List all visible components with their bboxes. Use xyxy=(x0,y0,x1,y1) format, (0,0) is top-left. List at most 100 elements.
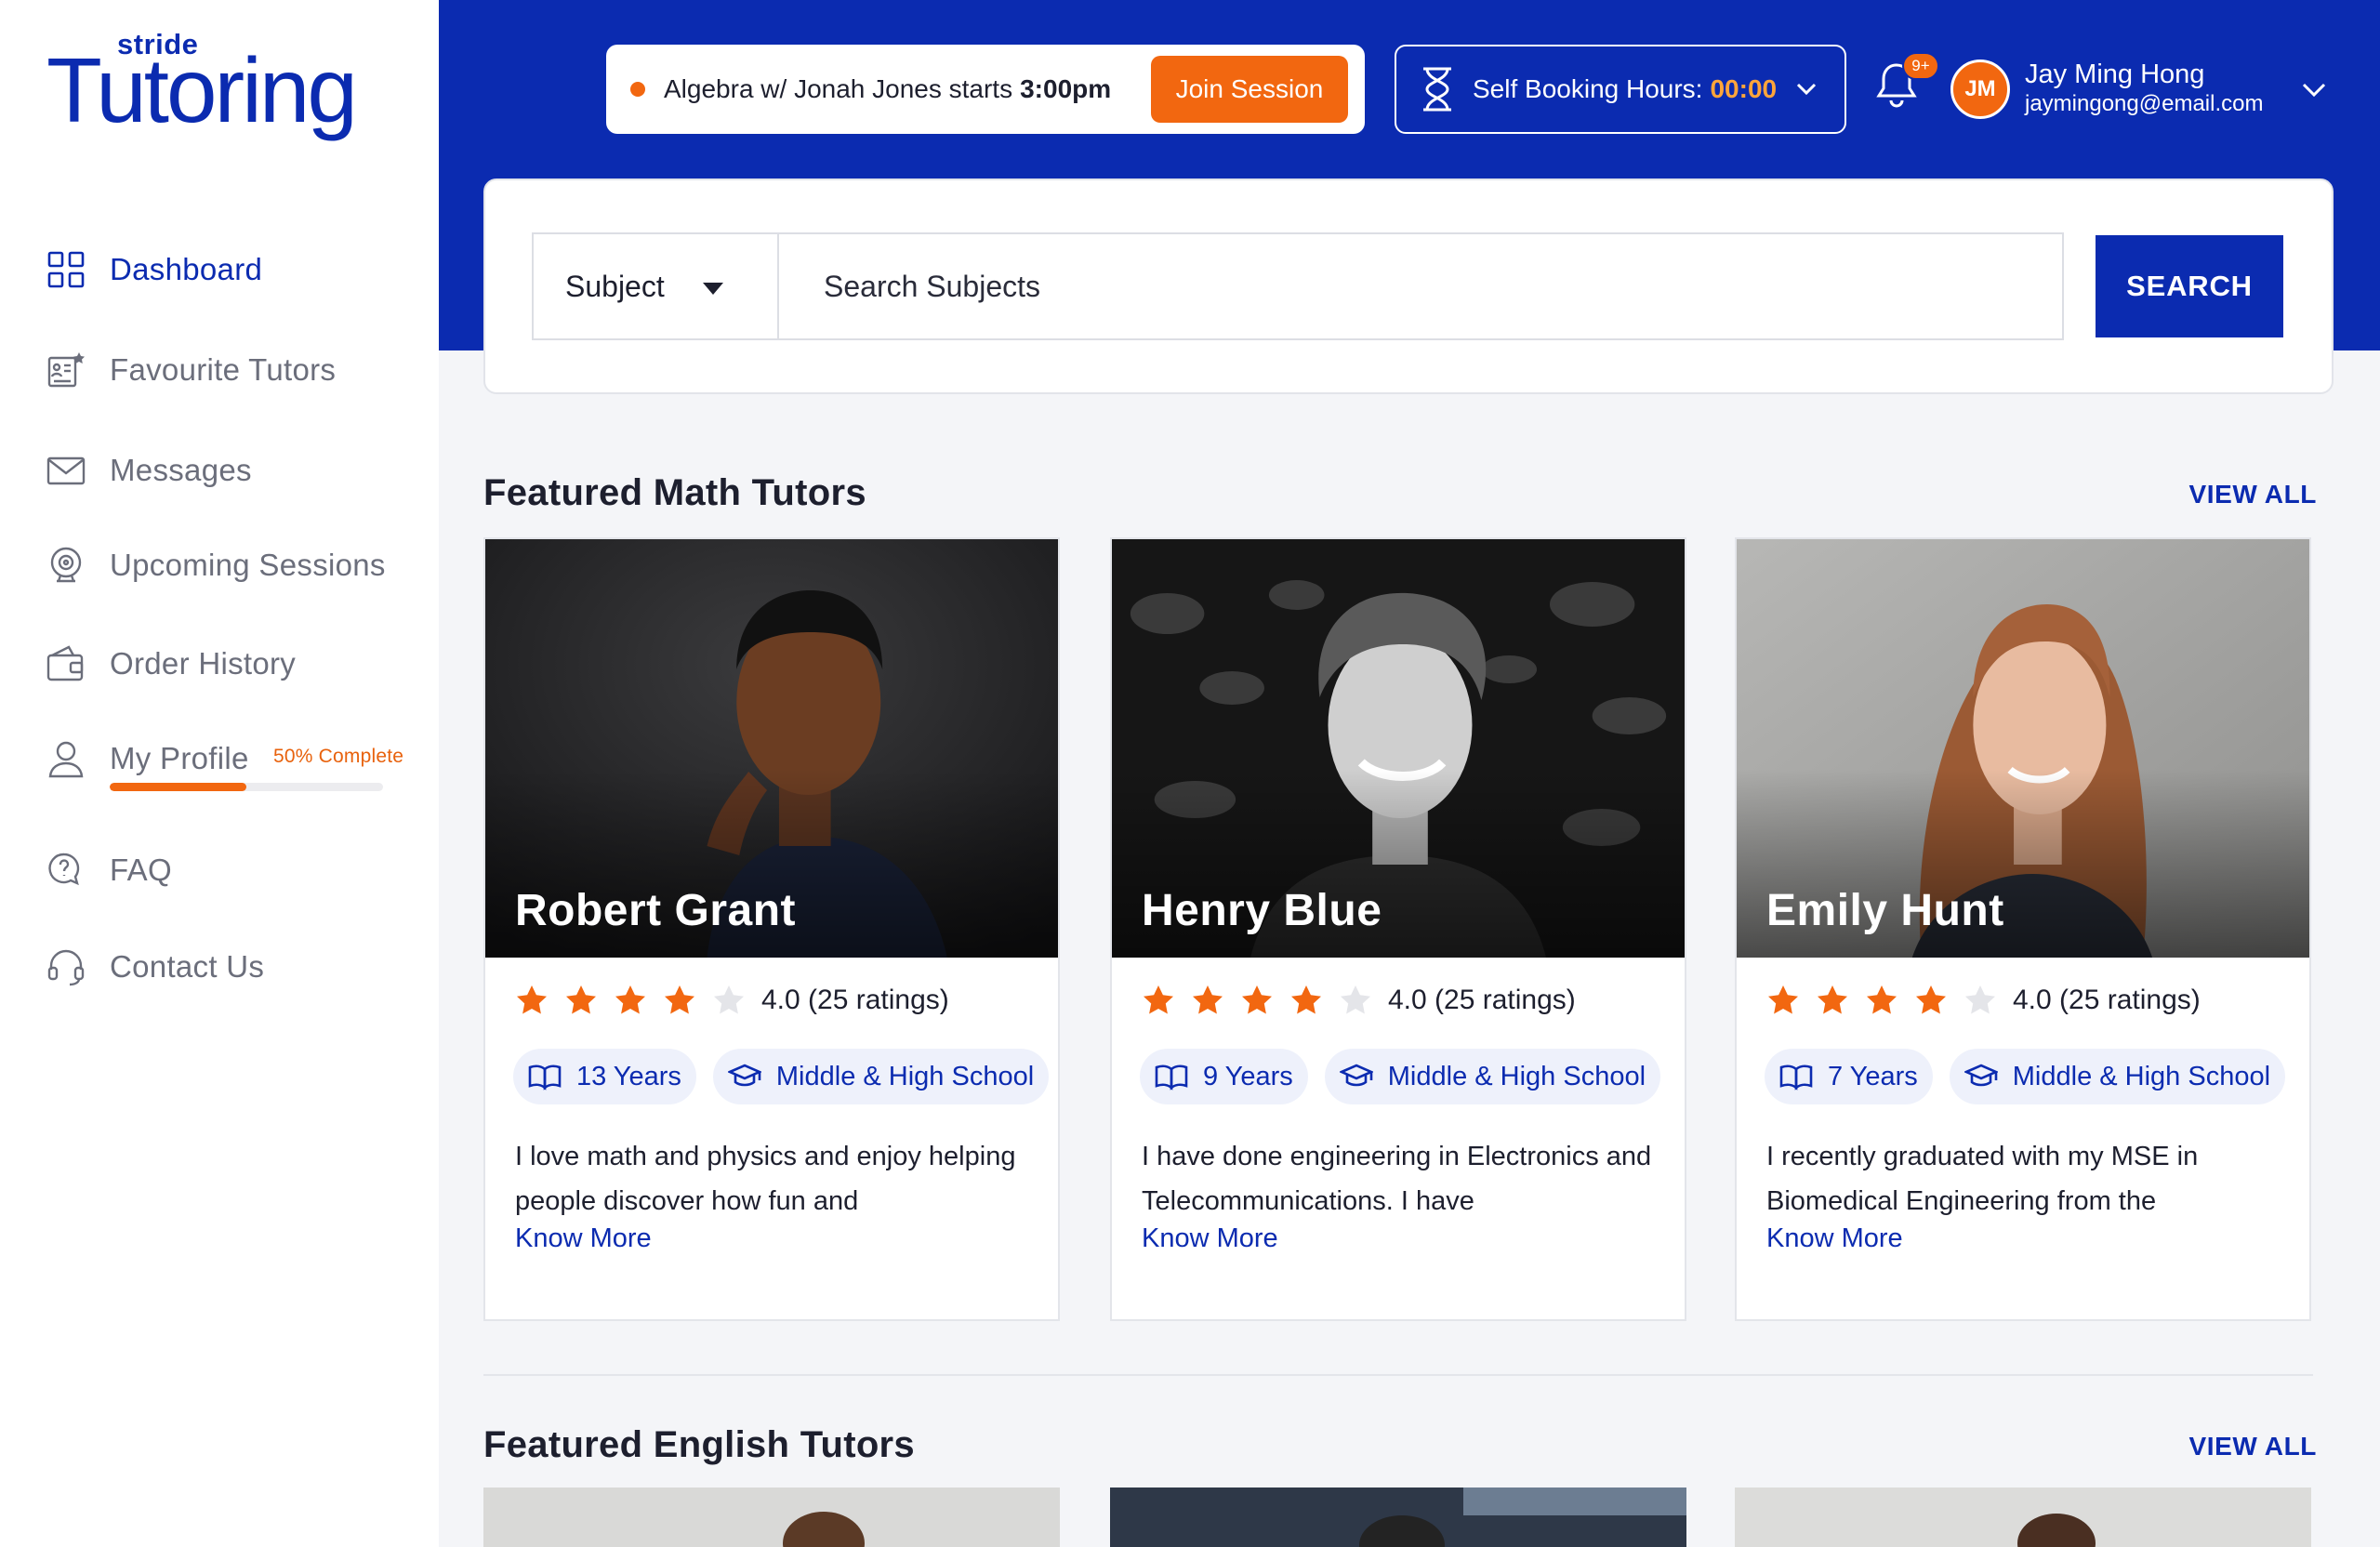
section-divider xyxy=(483,1374,2313,1376)
tutor-card-peek[interactable] xyxy=(1110,1488,1686,1547)
booking-value: 00:00 xyxy=(1710,74,1778,103)
star-filled-icon xyxy=(1768,985,1798,1014)
experience-tag: 13 Years xyxy=(513,1049,696,1104)
tutor-card-peek[interactable] xyxy=(483,1488,1060,1547)
profile-progress-bar xyxy=(110,783,383,791)
tutor-photo xyxy=(483,1488,1060,1547)
tutor-name: Henry Blue xyxy=(1142,886,1382,935)
sidebar-item-label: Favourite Tutors xyxy=(110,352,337,387)
chat-question-icon xyxy=(48,853,80,886)
wallet-icon xyxy=(46,645,84,681)
chevron-down-icon xyxy=(1797,83,1817,96)
star-empty-icon xyxy=(714,985,744,1014)
user-name: Jay Ming Hong xyxy=(2025,60,2205,89)
caret-down-icon xyxy=(703,283,723,295)
sidebar-item-label: Contact Us xyxy=(110,949,265,984)
star-rating: 4.0 (25 ratings) xyxy=(515,984,949,1017)
sidebar-item-label: Dashboard xyxy=(110,252,263,286)
star-empty-icon xyxy=(1341,985,1370,1014)
star-filled-icon xyxy=(1916,985,1946,1014)
experience-text: 9 Years xyxy=(1203,1061,1293,1091)
profile-complete-label: 50% Complete xyxy=(273,746,404,767)
tutor-bio: I recently graduated with my MSE in Biom… xyxy=(1766,1142,2199,1216)
subject-select[interactable]: Subject xyxy=(532,232,779,340)
sidebar-item-contact-us[interactable]: Contact Us xyxy=(46,937,418,997)
star-rating: 4.0 (25 ratings) xyxy=(1142,984,1576,1017)
level-text: Middle & High School xyxy=(775,1061,1035,1091)
graduation-cap-icon xyxy=(1964,1064,1998,1087)
notifications-button[interactable]: 9+ xyxy=(1876,52,1939,115)
rating-text: 4.0 (25 ratings) xyxy=(1388,985,1576,1015)
level-tag: Middle & High School xyxy=(1324,1049,1661,1104)
sidebar-item-dashboard[interactable]: Dashboard xyxy=(46,240,418,299)
user-email: jaymingong@email.com xyxy=(2025,91,2264,116)
session-text: Algebra w/ Jonah Jones starts xyxy=(664,74,1013,103)
open-book-icon xyxy=(1779,1064,1813,1091)
rating-text: 4.0 (25 ratings) xyxy=(2013,985,2201,1015)
search-button[interactable]: SEARCH xyxy=(2096,235,2283,337)
experience-text: 13 Years xyxy=(576,1061,681,1091)
know-more-link[interactable]: Know More xyxy=(515,1223,652,1254)
level-tag: Middle & High School xyxy=(712,1049,1050,1104)
star-empty-icon xyxy=(1965,985,1995,1014)
tutor-photo xyxy=(1110,1488,1686,1547)
sidebar-item-favourite-tutors[interactable]: Favourite Tutors xyxy=(46,340,418,400)
tutor-bio: I love math and physics and enjoy helpin… xyxy=(515,1142,1016,1216)
star-rating: 4.0 (25 ratings) xyxy=(1766,984,2201,1017)
grid-icon xyxy=(47,251,85,288)
star-filled-icon xyxy=(615,985,645,1014)
tutor-name: Robert Grant xyxy=(515,886,797,935)
know-more-link[interactable]: Know More xyxy=(1142,1223,1278,1254)
tutor-card[interactable]: Robert Grant 4.0 (25 ratings) 13 Years M… xyxy=(483,537,1060,1321)
sidebar-item-label: My Profile xyxy=(110,741,249,775)
section-title-english: Featured English Tutors xyxy=(483,1424,915,1465)
avatar[interactable]: JM xyxy=(1950,60,2010,119)
graduation-cap-icon xyxy=(1339,1064,1373,1087)
experience-tag: 7 Years xyxy=(1765,1049,1933,1104)
star-filled-icon xyxy=(1144,985,1173,1014)
star-filled-icon xyxy=(1867,985,1897,1014)
view-all-english-link[interactable]: VIEW ALL xyxy=(2188,1432,2317,1461)
tutor-tags: 9 Years Middle & High School xyxy=(1140,1049,1677,1104)
know-more-link[interactable]: Know More xyxy=(1766,1223,1903,1254)
graduation-cap-icon xyxy=(727,1064,761,1087)
sidebar-item-label: FAQ xyxy=(110,853,172,887)
view-all-math-link[interactable]: VIEW ALL xyxy=(2188,480,2317,509)
star-filled-icon xyxy=(517,985,547,1014)
webcam-icon xyxy=(50,547,82,583)
stride-tutoring-logo[interactable]: stride Tutoring xyxy=(46,28,363,139)
level-text: Middle & High School xyxy=(1387,1061,1646,1091)
search-input[interactable] xyxy=(777,232,2064,340)
logo-tutoring-text: Tutoring xyxy=(46,39,358,141)
star-filled-icon xyxy=(1242,985,1272,1014)
sidebar-item-messages[interactable]: Messages xyxy=(46,441,418,500)
tutor-card[interactable]: Emily Hunt 4.0 (25 ratings) 7 Years Midd… xyxy=(1735,537,2311,1321)
star-filled-icon xyxy=(1291,985,1321,1014)
section-title-math: Featured Math Tutors xyxy=(483,472,866,513)
sidebar-item-label: Messages xyxy=(110,453,252,487)
star-filled-icon xyxy=(566,985,596,1014)
self-booking-hours-dropdown[interactable]: Self Booking Hours: 00:00 xyxy=(1395,45,1846,134)
tutor-bio: I have done engineering in Electronics a… xyxy=(1142,1142,1652,1216)
open-book-icon xyxy=(528,1064,562,1091)
session-time: 3:00pm xyxy=(1020,74,1112,103)
profile-progress-fill xyxy=(110,783,246,791)
sidebar: stride Tutoring Dashboard Favourite Tuto… xyxy=(0,0,439,1547)
tutor-card-peek[interactable] xyxy=(1735,1488,2311,1547)
sidebar-item-upcoming-sessions[interactable]: Upcoming Sessions xyxy=(46,536,418,595)
tutor-tags: 7 Years Middle & High School xyxy=(1765,1049,2302,1104)
headset-icon xyxy=(47,949,85,986)
sidebar-item-faq[interactable]: FAQ xyxy=(46,840,418,900)
favourite-list-icon xyxy=(47,352,85,388)
live-dot-icon xyxy=(630,82,645,97)
sidebar-item-label: Upcoming Sessions xyxy=(110,548,386,582)
hourglass-icon xyxy=(1423,67,1451,112)
sidebar-item-order-history[interactable]: Order History xyxy=(46,634,418,694)
join-session-button[interactable]: Join Session xyxy=(1151,56,1348,123)
user-menu-chevron-icon[interactable] xyxy=(2298,74,2330,106)
booking-label: Self Booking Hours: xyxy=(1473,74,1703,103)
tutor-card[interactable]: Henry Blue 4.0 (25 ratings) 9 Years Midd… xyxy=(1110,537,1686,1321)
level-text: Middle & High School xyxy=(2012,1061,2271,1091)
tutor-tags: 13 Years Middle & High School xyxy=(513,1049,1058,1104)
sidebar-item-label: Order History xyxy=(110,646,297,681)
